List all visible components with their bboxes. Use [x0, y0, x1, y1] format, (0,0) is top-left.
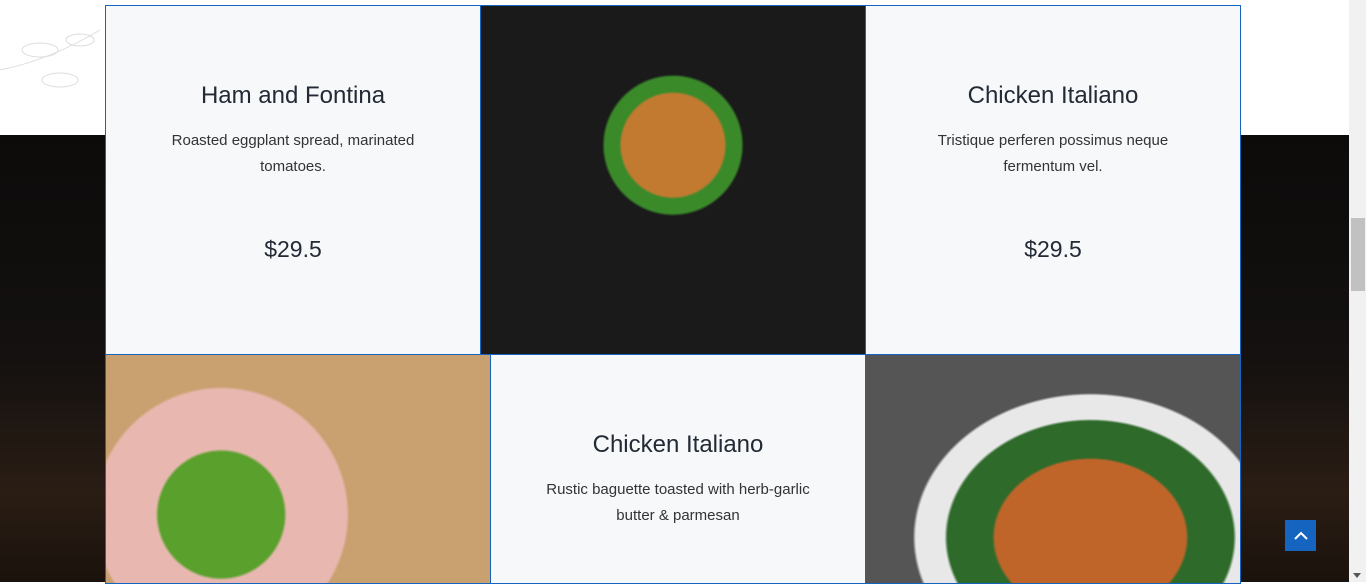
menu-item-price: $29.5 [1024, 236, 1082, 262]
menu-item-title: Chicken Italiano [592, 431, 764, 458]
salad-image [105, 354, 491, 584]
scroll-to-top-button[interactable] [1285, 520, 1316, 551]
menu-item-description: Rustic baguette toasted with herb-garlic… [546, 481, 810, 524]
menu-item-title: Ham and Fontina [200, 82, 386, 109]
chicken-salad-image [865, 354, 1241, 584]
chevron-up-icon [1293, 531, 1308, 540]
menu-card: Chicken Italiano Rustic baguette toasted… [490, 354, 866, 584]
scroll-down-arrow-icon[interactable] [1353, 573, 1361, 578]
burger-image [480, 5, 866, 355]
menu-item-price: $29.5 [264, 236, 322, 262]
scrollbar-thumb[interactable] [1351, 218, 1365, 291]
scrollbar[interactable] [1349, 0, 1366, 582]
menu-grid: Ham and Fontina Roasted eggplant spread,… [105, 5, 1241, 584]
menu-card: Chicken Italiano Tristique perferen poss… [865, 5, 1241, 355]
menu-card: Ham and Fontina Roasted eggplant spread,… [105, 5, 481, 355]
menu-item-description: Tristique perferen possimus neque fermen… [937, 132, 1169, 175]
menu-item-description: Roasted eggplant spread, marinated tomat… [171, 132, 415, 175]
menu-item-title: Chicken Italiano [967, 82, 1139, 109]
olive-branch-decoration [0, 29, 101, 88]
